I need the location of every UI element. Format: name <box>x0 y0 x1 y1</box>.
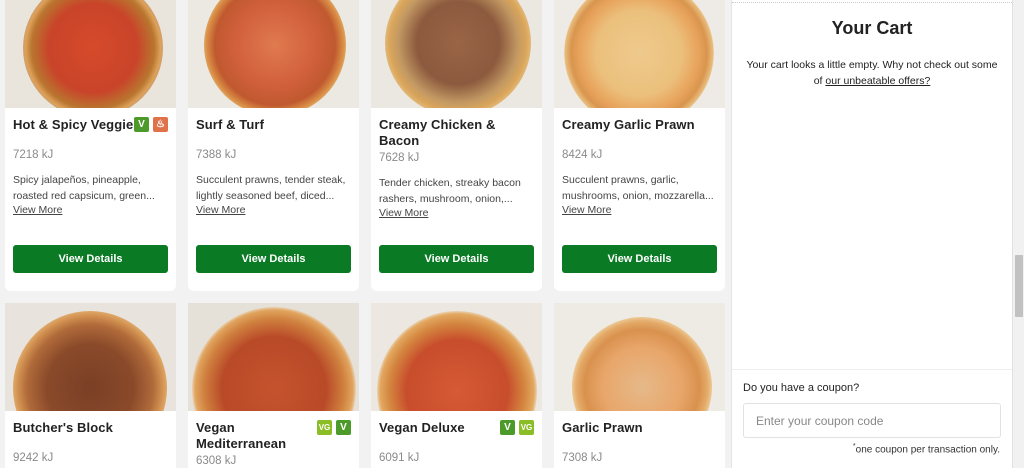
vegan-icon: VG <box>317 420 332 435</box>
cart-title: Your Cart <box>831 18 913 38</box>
coupon-question: Do you have a coupon? <box>743 382 860 394</box>
view-more-link[interactable]: View More <box>554 203 725 217</box>
product-title: Vegan Deluxe <box>379 420 465 435</box>
product-title: Vegan Mediterranean <box>196 420 287 451</box>
divider <box>732 369 1012 370</box>
energy-kj: 7628 kJ <box>379 152 420 164</box>
pizza-image[interactable] <box>188 303 359 411</box>
pizza-image[interactable] <box>5 0 176 108</box>
product-card[interactable]: Hot & Spicy Veggie V ♨ 7218 kJ Spicy jal… <box>5 0 176 291</box>
product-title: Hot & Spicy Veggie <box>13 117 134 132</box>
product-title: Creamy Garlic Prawn <box>562 117 695 132</box>
view-more-link[interactable]: View More <box>371 206 542 220</box>
product-title: Garlic Prawn <box>562 420 643 435</box>
energy-kj: 9242 kJ <box>13 452 54 464</box>
pizza-image[interactable] <box>554 303 725 411</box>
pizza-image[interactable] <box>5 303 176 411</box>
product-card[interactable]: Creamy Garlic Prawn 8424 kJ Succulent pr… <box>554 0 725 291</box>
coupon-note-text: one coupon per transaction only. <box>855 444 1000 456</box>
product-card[interactable]: Butcher's Block 9242 kJ <box>5 303 176 468</box>
view-details-button[interactable]: View Details <box>562 245 717 273</box>
pizza-image[interactable] <box>371 303 542 411</box>
product-title: Surf & Turf <box>196 117 265 132</box>
vegetarian-icon: V <box>336 420 351 435</box>
energy-kj: 7218 kJ <box>13 149 54 161</box>
view-details-button[interactable]: View Details <box>379 245 534 273</box>
view-details-button[interactable]: View Details <box>196 245 351 273</box>
energy-kj: 7308 kJ <box>562 452 603 464</box>
energy-kj: 6308 kJ <box>196 455 237 467</box>
pizza-image[interactable] <box>188 0 359 108</box>
coupon-input[interactable]: Enter your coupon code <box>743 403 1001 438</box>
product-card[interactable]: Creamy Chicken & Bacon 7628 kJ Tender ch… <box>371 0 542 291</box>
vegetarian-icon: V <box>134 117 149 132</box>
view-more-link[interactable]: View More <box>5 203 176 217</box>
view-details-button[interactable]: View Details <box>13 245 168 273</box>
coupon-note: *one coupon per transaction only. <box>853 443 1000 455</box>
pizza-image[interactable] <box>554 0 725 108</box>
cart-panel: Your Cart Your cart looks a little empty… <box>731 0 1012 468</box>
pizza-image[interactable] <box>371 0 542 108</box>
empty-cart-message: Your cart looks a little empty. Why not … <box>742 57 1002 89</box>
product-description: Spicy jalapeños, pineapple, roasted red … <box>13 174 155 202</box>
product-card[interactable]: Vegan Mediterranean VG V 6308 kJ <box>188 303 359 468</box>
energy-kj: 7388 kJ <box>196 149 237 161</box>
scrollbar-thumb[interactable] <box>1015 255 1023 317</box>
energy-kj: 6091 kJ <box>379 452 420 464</box>
vegetarian-icon: V <box>500 420 515 435</box>
product-description: Succulent prawns, tender steak, lightly … <box>196 174 346 202</box>
vegan-icon: VG <box>519 420 534 435</box>
product-grid: Hot & Spicy Veggie V ♨ 7218 kJ Spicy jal… <box>0 0 731 468</box>
product-card[interactable]: Vegan Deluxe V VG 6091 kJ <box>371 303 542 468</box>
divider <box>732 2 1012 3</box>
unbeatable-offers-link[interactable]: our unbeatable offers? <box>825 75 930 87</box>
product-card[interactable]: Surf & Turf 7388 kJ Succulent prawns, te… <box>188 0 359 291</box>
scrollbar[interactable] <box>1012 0 1024 468</box>
product-description: Tender chicken, streaky bacon rashers, m… <box>379 177 521 205</box>
product-card[interactable]: Garlic Prawn 7308 kJ <box>554 303 725 468</box>
energy-kj: 8424 kJ <box>562 149 603 161</box>
product-description: Succulent prawns, garlic, mushrooms, oni… <box>562 174 714 202</box>
product-title: Creamy Chicken & Bacon <box>379 117 496 148</box>
product-title: Butcher's Block <box>13 420 113 435</box>
chili-icon: ♨ <box>153 117 168 132</box>
view-more-link[interactable]: View More <box>188 203 359 217</box>
